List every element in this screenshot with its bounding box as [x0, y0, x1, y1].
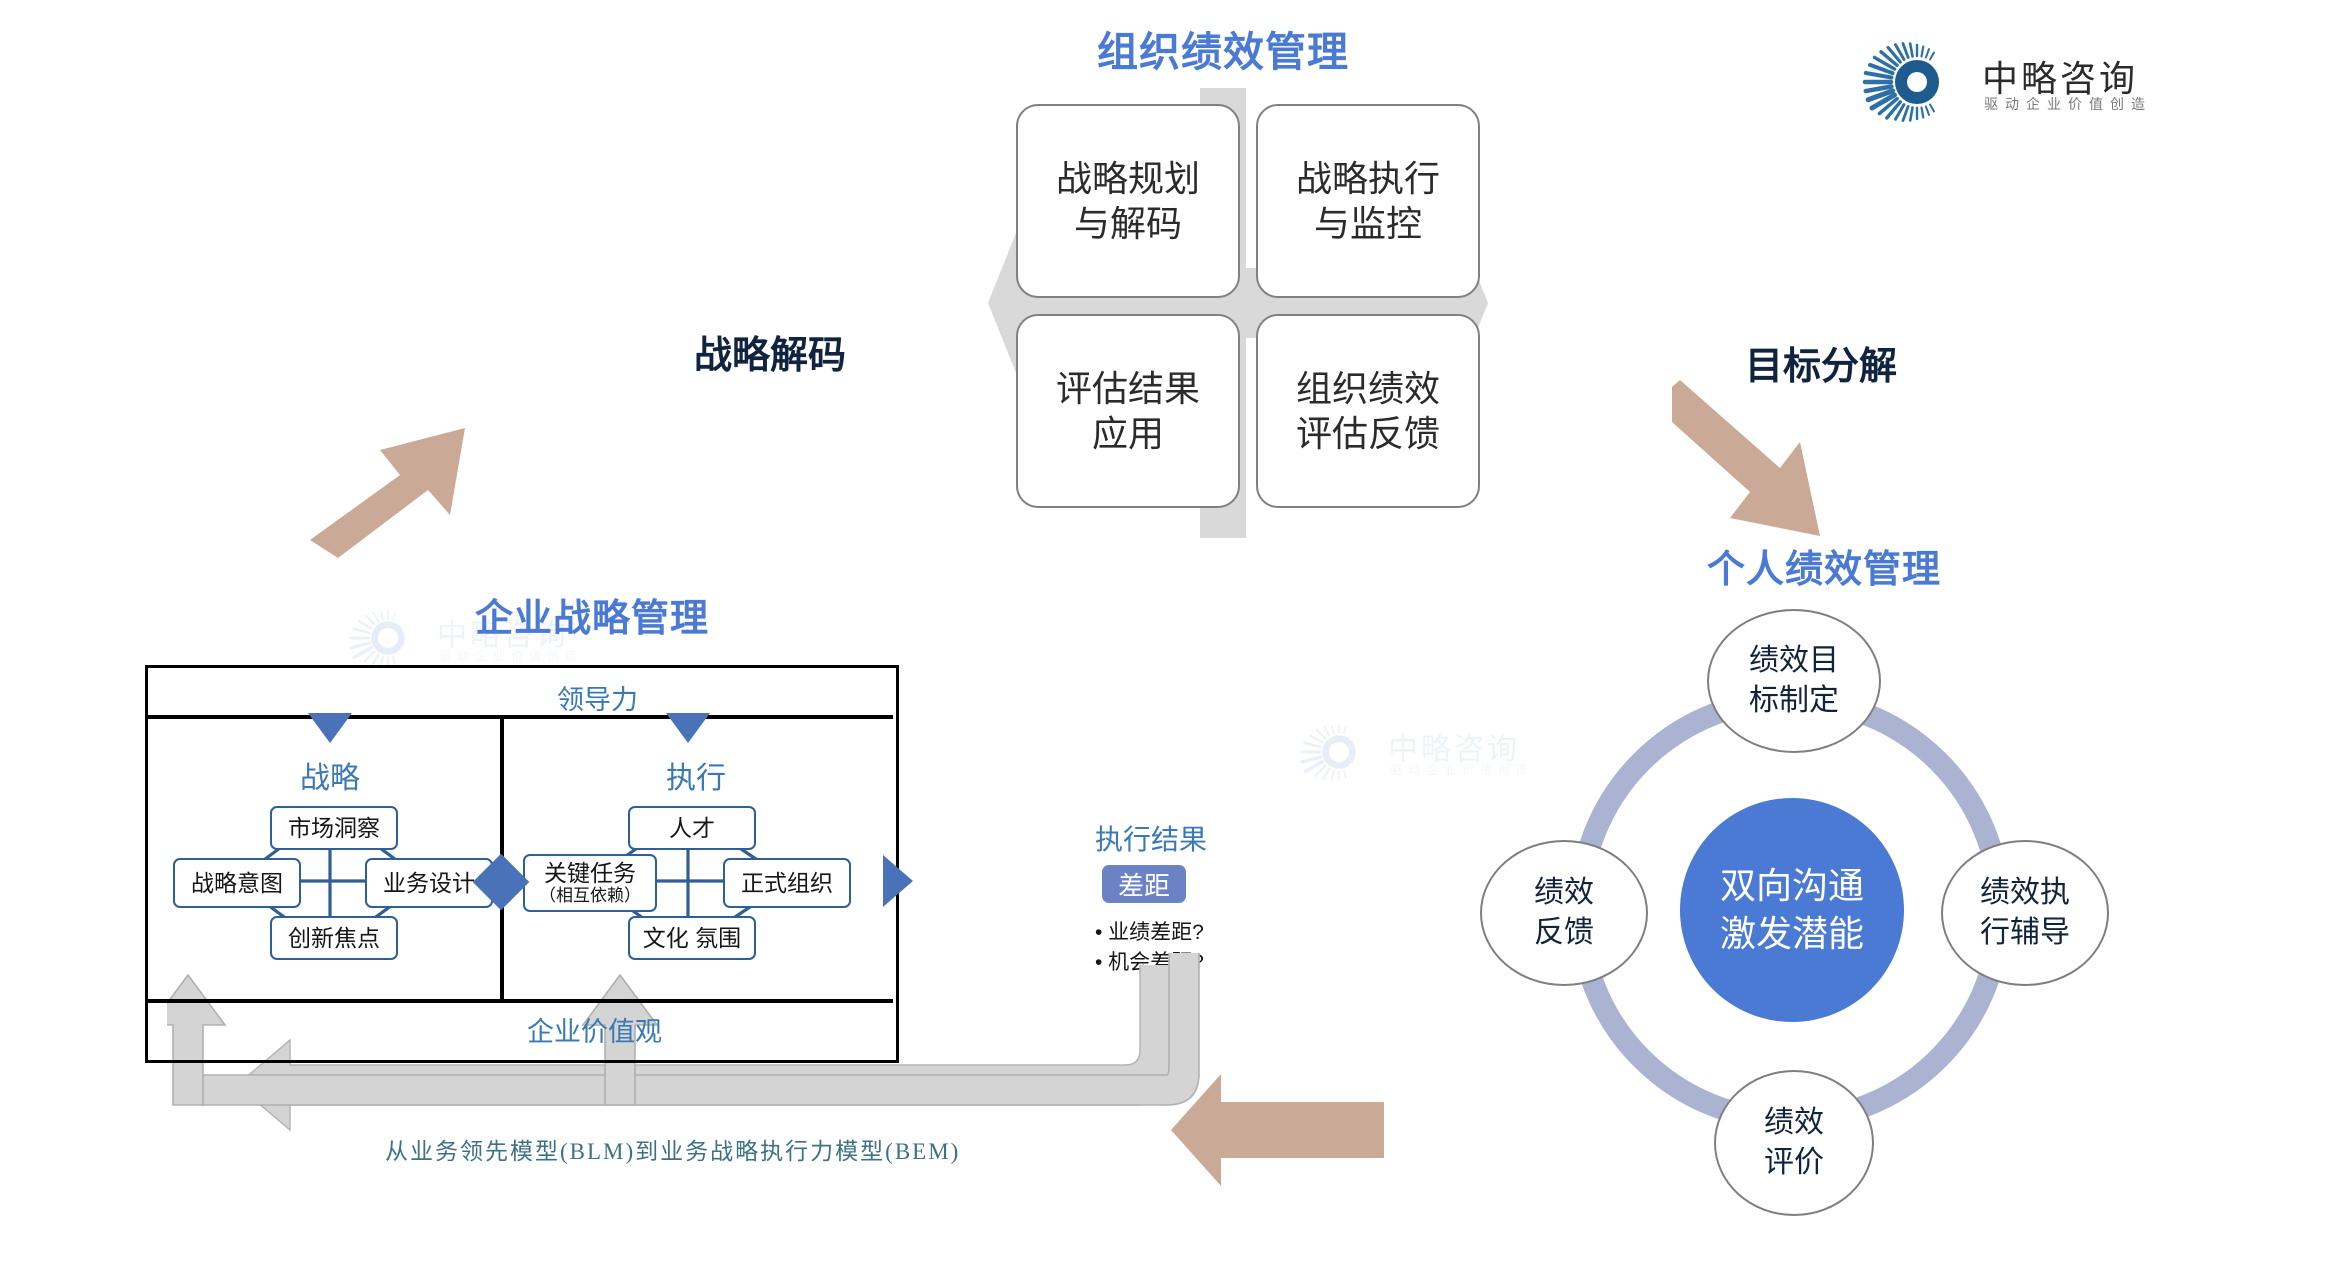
- brand-tagline: 驱动企业价值创造: [1984, 96, 2152, 112]
- section-title-org-performance: 组织绩效管理: [1097, 29, 1349, 75]
- quadrant-box-line1: 评估结果: [1055, 368, 1200, 409]
- connector-triangle-right-icon: [883, 855, 913, 907]
- brand-logo: 中略咨询 驱动企业价值创造: [1862, 28, 2162, 136]
- blm-strategy-label: 战略: [300, 762, 360, 795]
- cycle-node-line1: 绩效: [1764, 1105, 1824, 1139]
- blm-leadership-label: 领导力: [557, 685, 638, 715]
- quadrant-box-org-assessment-feedback[interactable]: 组织绩效 评估反馈: [1256, 314, 1480, 508]
- arrow-strategy-decode-icon: [310, 428, 465, 558]
- node-sublabel: （相互依赖）: [539, 886, 641, 906]
- quadrant-box-line2: 与监控: [1313, 203, 1422, 244]
- quadrant-box-line1: 组织绩效: [1295, 368, 1440, 409]
- sunburst-icon: [1862, 42, 1939, 122]
- quadrant-box-strategy-execution[interactable]: 战略执行 与监控: [1256, 104, 1480, 298]
- cycle-node-line2: 行辅导: [1980, 916, 2070, 949]
- cycle-node-line2: 反馈: [1534, 916, 1594, 949]
- blm-execution-label: 执行: [666, 762, 726, 795]
- triangle-into-execution-icon: [666, 713, 710, 743]
- execution-node-key-tasks[interactable]: 关键任务 （相互依赖）: [523, 854, 657, 912]
- strategy-node-strategic-intent[interactable]: 战略意图: [173, 858, 301, 908]
- node-label: 创新焦点: [288, 924, 380, 951]
- cycle-node-execution-coaching[interactable]: 绩效执 行辅导: [1941, 840, 2109, 986]
- triangle-into-strategy-icon: [308, 713, 352, 743]
- execution-node-culture-atmosphere[interactable]: 文化 氛围: [628, 916, 756, 960]
- execution-node-formal-organization[interactable]: 正式组织: [723, 858, 851, 908]
- cycle-core-line2: 激发潜能: [1719, 913, 1864, 954]
- node-label: 业务设计: [383, 869, 475, 896]
- cycle-core-line1: 双向沟通: [1719, 865, 1864, 907]
- gap-chip[interactable]: 差距: [1102, 865, 1186, 903]
- section-title-enterprise-strategy: 企业战略管理: [475, 598, 710, 640]
- cycle-node-feedback[interactable]: 绩效 反馈: [1480, 840, 1648, 986]
- quadrant-box-strategy-planning[interactable]: 战略规划 与解码: [1016, 104, 1240, 298]
- watermark-tagline-left: 驱动企业价值创造: [439, 649, 584, 663]
- quadrant-box-assessment-application[interactable]: 评估结果 应用: [1016, 314, 1240, 508]
- quadrant-box-line2: 评估反馈: [1295, 413, 1440, 454]
- cycle-node-line1: 绩效执: [1980, 875, 2070, 909]
- cycle-node-line2: 标制定: [1749, 684, 1839, 717]
- cycle-node-evaluation[interactable]: 绩效 评价: [1714, 1070, 1874, 1216]
- execution-node-talent[interactable]: 人才: [628, 806, 756, 850]
- strategy-node-market-insight[interactable]: 市场洞察: [270, 806, 398, 850]
- cycle-node-line1: 绩效: [1534, 875, 1594, 909]
- gap-bullet-item: • 业绩差距?: [1095, 921, 1204, 944]
- cycle-node-line2: 评价: [1764, 1146, 1824, 1179]
- org-performance-quadrant: 战略规划 与解码 战略执行 与监控 评估结果 应用 组织绩效 评估反馈: [988, 88, 1488, 538]
- node-label: 战略意图: [191, 869, 283, 896]
- execution-result-title: 执行结果: [1095, 824, 1208, 855]
- quadrant-box-line1: 战略规划: [1055, 158, 1200, 199]
- strategy-node-innovation-focus[interactable]: 创新焦点: [270, 916, 398, 960]
- quadrant-box-line1: 战略执行: [1295, 158, 1440, 199]
- node-label: 关键任务: [544, 860, 636, 886]
- node-label: 文化 氛围: [642, 924, 742, 951]
- node-label: 人才: [669, 814, 715, 841]
- quadrant-box-line2: 应用: [1091, 413, 1164, 454]
- cycle-node-goal-setting[interactable]: 绩效目 标制定: [1707, 609, 1881, 753]
- individual-performance-cycle: 双向沟通 激发潜能 绩效目 标制定 绩效执 行辅导 绩效 评价 绩效 反馈: [1470, 600, 2110, 1220]
- node-label: 市场洞察: [288, 814, 380, 841]
- gap-chip-label: 差距: [1117, 870, 1170, 901]
- node-label: 正式组织: [741, 869, 833, 896]
- cycle-core: 双向沟通 激发潜能: [1680, 798, 1904, 1022]
- quadrant-box-line2: 与解码: [1073, 203, 1182, 244]
- blm-values-label: 企业价值观: [527, 1017, 662, 1047]
- arrow-goal-breakdown-icon: [1672, 380, 1820, 536]
- blm-model: 领导力 企业价值观 战略 执行 市场洞察 战略意图 业务设计 创新焦点 人才 关…: [145, 665, 1200, 1132]
- cycle-node-line1: 绩效目: [1749, 643, 1839, 677]
- sunburst-watermark-icon: [1300, 724, 1356, 781]
